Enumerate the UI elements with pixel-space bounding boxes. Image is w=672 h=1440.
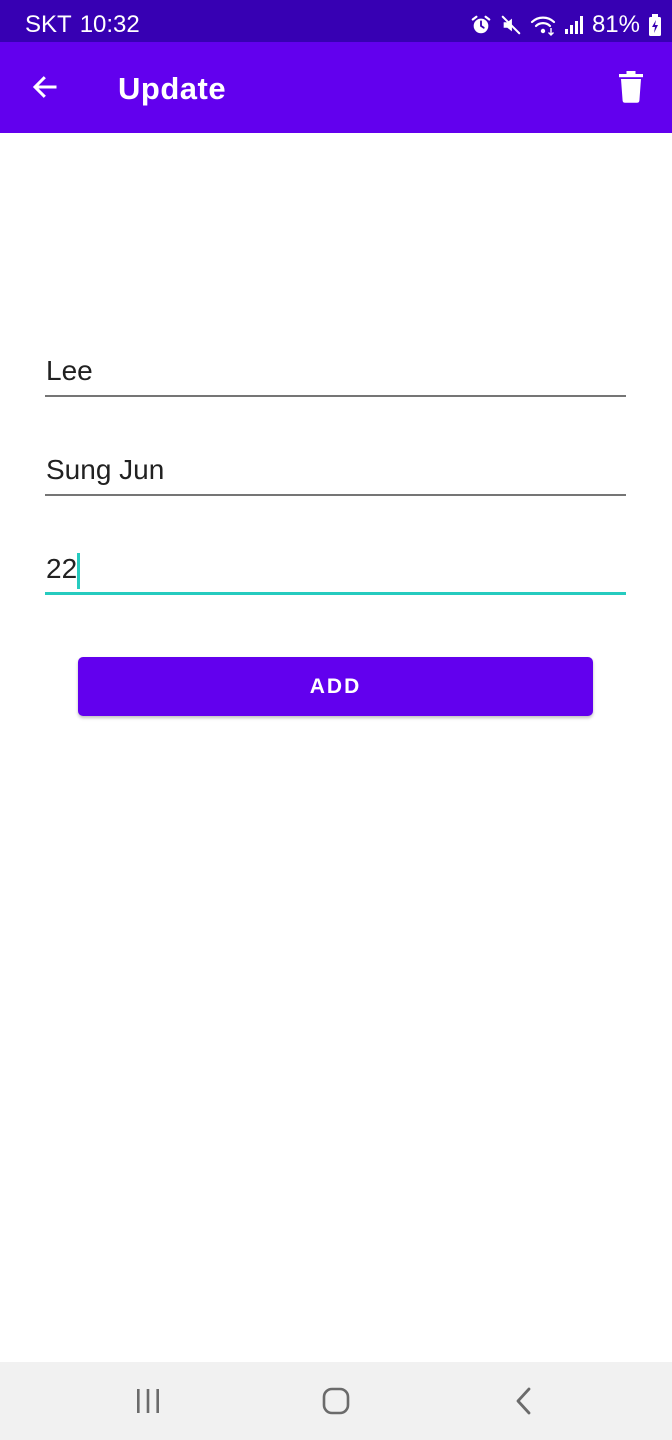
battery-charging-icon (648, 13, 662, 37)
age-input[interactable] (45, 545, 626, 593)
alarm-icon (470, 14, 492, 36)
carrier-label: SKT (25, 11, 72, 38)
status-left: SKT 10:32 (25, 0, 148, 42)
page-title: Update (118, 71, 227, 106)
recents-button[interactable] (118, 1376, 178, 1426)
system-back-button[interactable] (494, 1376, 554, 1426)
mute-icon (500, 14, 522, 36)
wifi-icon (530, 14, 556, 36)
arrow-back-icon (32, 76, 57, 98)
recents-icon (137, 1389, 159, 1413)
last-name-field[interactable] (45, 347, 626, 397)
last-name-input[interactable] (45, 347, 626, 395)
age-underline (45, 592, 626, 595)
system-nav-bar (0, 1362, 672, 1440)
add-button[interactable]: ADD (78, 657, 593, 716)
delete-button[interactable] (608, 64, 654, 110)
text-caret (77, 553, 80, 589)
back-button[interactable] (22, 64, 68, 110)
trash-icon (619, 71, 643, 103)
home-button[interactable] (306, 1376, 366, 1426)
signal-icon (564, 14, 584, 36)
back-icon (516, 1387, 531, 1415)
home-icon (322, 1387, 350, 1415)
clock: 10:32 (79, 11, 140, 38)
first-name-field[interactable] (45, 446, 626, 496)
first-name-underline (45, 494, 626, 496)
battery-percent: 81% (591, 11, 640, 38)
status-bar: SKT 10:32 81% (0, 0, 672, 42)
app-bar: Update (0, 42, 672, 133)
first-name-input[interactable] (45, 446, 626, 494)
age-field[interactable] (45, 545, 626, 595)
last-name-underline (45, 395, 626, 397)
